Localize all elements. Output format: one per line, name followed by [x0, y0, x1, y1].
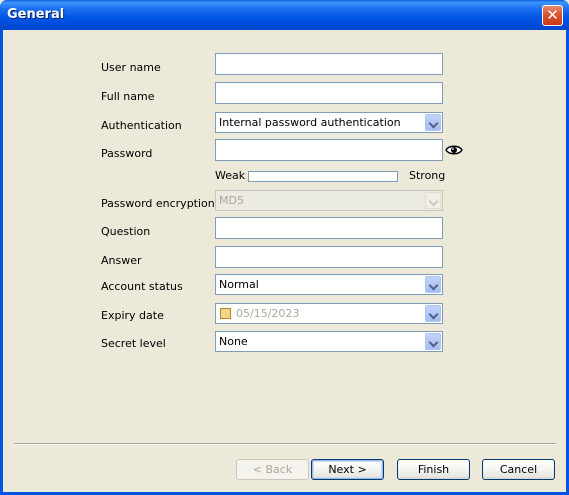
- account-status-label: Account status: [101, 280, 183, 293]
- dialog-body: User name Full name Authentication Inter…: [3, 30, 566, 492]
- authentication-select[interactable]: Internal password authentication: [215, 112, 443, 133]
- answer-field[interactable]: [215, 246, 443, 268]
- chevron-down-icon[interactable]: [425, 333, 441, 350]
- finish-button[interactable]: Finish: [397, 459, 470, 480]
- full-name-label: Full name: [101, 90, 155, 103]
- next-button[interactable]: Next >: [311, 459, 384, 480]
- title-bar[interactable]: General ✕: [0, 0, 569, 30]
- password-encryption-select: MD5: [215, 190, 443, 211]
- password-field[interactable]: [215, 139, 443, 161]
- secret-level-label: Secret level: [101, 337, 166, 350]
- back-button[interactable]: < Back: [236, 459, 309, 480]
- chevron-down-icon[interactable]: [425, 305, 441, 322]
- button-separator-highlight: [14, 444, 556, 445]
- password-encryption-value: MD5: [219, 194, 244, 207]
- chevron-down-icon: [425, 192, 441, 209]
- cancel-button[interactable]: Cancel: [482, 459, 555, 480]
- password-strength-bar: [248, 171, 398, 182]
- strength-strong-label: Strong: [409, 169, 446, 182]
- authentication-label: Authentication: [101, 119, 182, 132]
- account-status-value: Normal: [219, 278, 259, 291]
- expiry-date-picker[interactable]: 05/15/2023: [215, 303, 443, 324]
- user-name-field[interactable]: [215, 53, 443, 75]
- question-label: Question: [101, 225, 151, 238]
- expiry-date-label: Expiry date: [101, 309, 164, 322]
- full-name-field[interactable]: [215, 82, 443, 104]
- account-status-select[interactable]: Normal: [215, 274, 443, 295]
- answer-label: Answer: [101, 254, 142, 267]
- calendar-icon[interactable]: [220, 308, 231, 319]
- chevron-down-icon[interactable]: [425, 276, 441, 293]
- authentication-value: Internal password authentication: [219, 116, 401, 129]
- expiry-date-value: 05/15/2023: [236, 307, 300, 320]
- dialog-window: General ✕ User name Full name Authentica…: [0, 0, 569, 495]
- close-icon: ✕: [546, 6, 559, 24]
- secret-level-value: None: [219, 335, 248, 348]
- close-button[interactable]: ✕: [542, 5, 563, 26]
- user-name-label: User name: [101, 61, 161, 74]
- password-label: Password: [101, 147, 153, 160]
- question-field[interactable]: [215, 217, 443, 239]
- password-encryption-label: Password encryption: [101, 197, 215, 210]
- eye-icon[interactable]: [445, 144, 463, 156]
- strength-weak-label: Weak: [215, 169, 246, 182]
- chevron-down-icon[interactable]: [425, 114, 441, 131]
- secret-level-select[interactable]: None: [215, 331, 443, 352]
- window-title: General: [7, 7, 65, 22]
